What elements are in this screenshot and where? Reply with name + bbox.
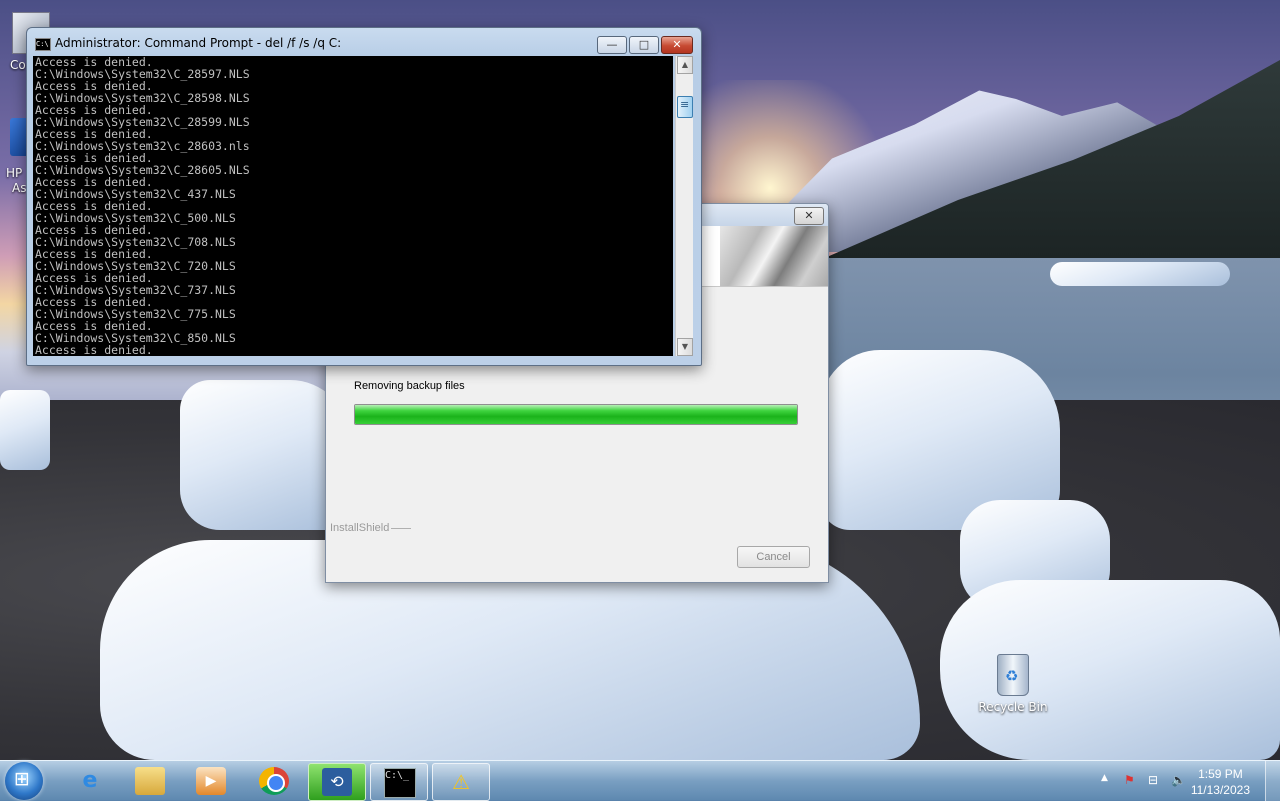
internet-explorer-icon: e (82, 768, 98, 793)
recycle-bin-icon (997, 654, 1029, 696)
taskbar-windows-explorer[interactable] (122, 763, 178, 799)
action-center-flag-icon[interactable]: ⚑ (1124, 773, 1135, 787)
close-icon: ✕ (804, 209, 814, 222)
dialog-close-button[interactable]: ✕ (794, 207, 824, 225)
brand-divider (391, 528, 411, 529)
ice-floe (1050, 262, 1230, 286)
recycle-bin-label: Recycle Bin (978, 700, 1048, 714)
minimize-button[interactable]: — (597, 36, 627, 54)
command-prompt-icon: C:\_ (384, 768, 416, 798)
volume-icon[interactable]: 🔈 (1171, 773, 1186, 787)
warning-icon: ⚠ (452, 770, 470, 794)
taskbar-internet-explorer[interactable]: e (62, 763, 118, 799)
taskbar: e ▶ ⟲ C:\_ ⚠ ▲ ⚑ ⊟ 🔈 1:59 PM 11/13/2023 (0, 760, 1280, 801)
console-output[interactable]: Access is denied. C:\Windows\System32\C_2… (33, 56, 673, 356)
close-button[interactable]: ✕ (661, 36, 693, 54)
console-text: Access is denied. C:\Windows\System32\C_2… (33, 56, 673, 356)
taskbar-media-player[interactable]: ▶ (183, 763, 239, 799)
folder-icon (135, 767, 165, 795)
recycle-bin[interactable]: Recycle Bin (978, 654, 1048, 714)
window-title: Administrator: Command Prompt - del /f /… (55, 36, 342, 50)
progress-bar-fill (355, 405, 797, 424)
scroll-down-button[interactable]: ▼ (677, 338, 693, 356)
taskbar-chrome[interactable] (246, 763, 302, 799)
media-player-icon: ▶ (196, 767, 226, 795)
scroll-thumb[interactable] (677, 96, 693, 118)
clock-time: 1:59 PM (1198, 767, 1243, 781)
chrome-icon (259, 767, 289, 795)
cmd-titlebar[interactable]: C:\ Administrator: Command Prompt - del … (27, 28, 701, 56)
setup-icon: ⟲ (322, 768, 352, 796)
maximize-icon: □ (638, 38, 650, 51)
banner-image (720, 226, 828, 286)
desktop-icon-label-partial: HP (6, 166, 23, 180)
desktop-icon-label-partial: Co (10, 58, 26, 72)
vertical-scrollbar[interactable]: ▲ ▼ (675, 56, 693, 356)
cmd-app-icon: C:\ (35, 38, 51, 51)
scroll-up-button[interactable]: ▲ (677, 56, 693, 74)
show-hidden-icons-arrow[interactable]: ▲ (1101, 773, 1108, 783)
show-desktop-button[interactable] (1265, 761, 1280, 801)
taskbar-setup[interactable]: ⟲ (308, 763, 366, 801)
cancel-button[interactable]: Cancel (737, 546, 810, 568)
taskbar-command-prompt[interactable]: C:\_ (370, 763, 428, 801)
progress-status: Removing backup files (354, 380, 465, 392)
taskbar-action-center[interactable]: ⚠ (432, 763, 490, 801)
maximize-button[interactable]: □ (629, 36, 659, 54)
ice-block (0, 390, 50, 470)
clock-date: 11/13/2023 (1190, 783, 1250, 797)
desktop-icon-label-partial: As (12, 181, 27, 195)
clock[interactable]: 1:59 PM 11/13/2023 (1191, 766, 1250, 798)
minimize-icon: — (606, 38, 618, 51)
close-icon: ✕ (672, 38, 682, 51)
console-line: Access is denied. (35, 343, 153, 356)
command-prompt-window: C:\ Administrator: Command Prompt - del … (26, 27, 702, 366)
progress-bar (354, 404, 798, 425)
network-icon[interactable]: ⊟ (1148, 773, 1158, 787)
start-button[interactable] (5, 762, 43, 800)
installshield-brand: InstallShield (330, 522, 390, 534)
